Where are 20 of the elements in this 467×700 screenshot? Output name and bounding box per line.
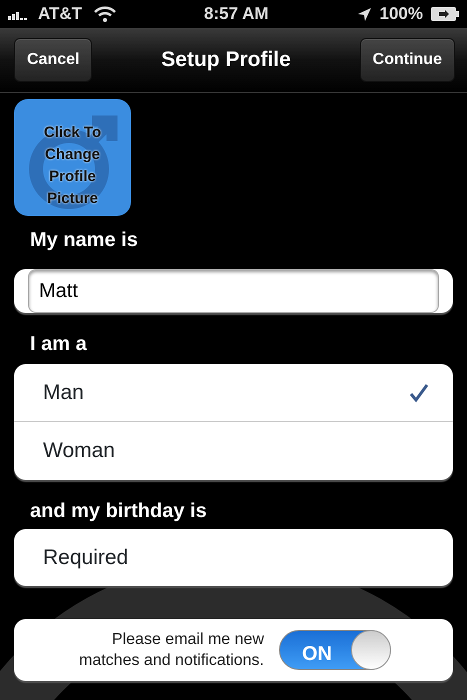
section-label: My name is — [30, 228, 139, 253]
gender-option[interactable]: Woman — [14, 422, 453, 480]
status-time: 8:57 AM — [204, 3, 269, 26]
battery-icon — [430, 7, 459, 21]
section-label: I am a — [30, 332, 88, 357]
screen-title: Setup Profile — [161, 47, 291, 74]
notification-toggle[interactable]: ON — [279, 630, 391, 670]
notification-label: Please email me new matches and notifications. — [78, 630, 264, 671]
cancel-button[interactable]: Cancel — [14, 38, 92, 82]
birthday-field[interactable]: Required — [14, 529, 453, 586]
gender-option[interactable]: Man — [14, 364, 453, 422]
battery-percent: 100% — [380, 3, 423, 26]
continue-button[interactable]: Continue — [360, 38, 455, 82]
carrier-name: AT&T — [38, 3, 82, 26]
checkmark-icon — [409, 382, 429, 402]
name-input-field[interactable]: Matt — [28, 269, 439, 313]
profile-picture-button[interactable]: Click To Change Profile Picture — [14, 99, 131, 216]
wifi-icon — [94, 6, 116, 22]
section-label: and my birthday is — [30, 499, 208, 524]
location-arrow-icon — [356, 6, 372, 22]
